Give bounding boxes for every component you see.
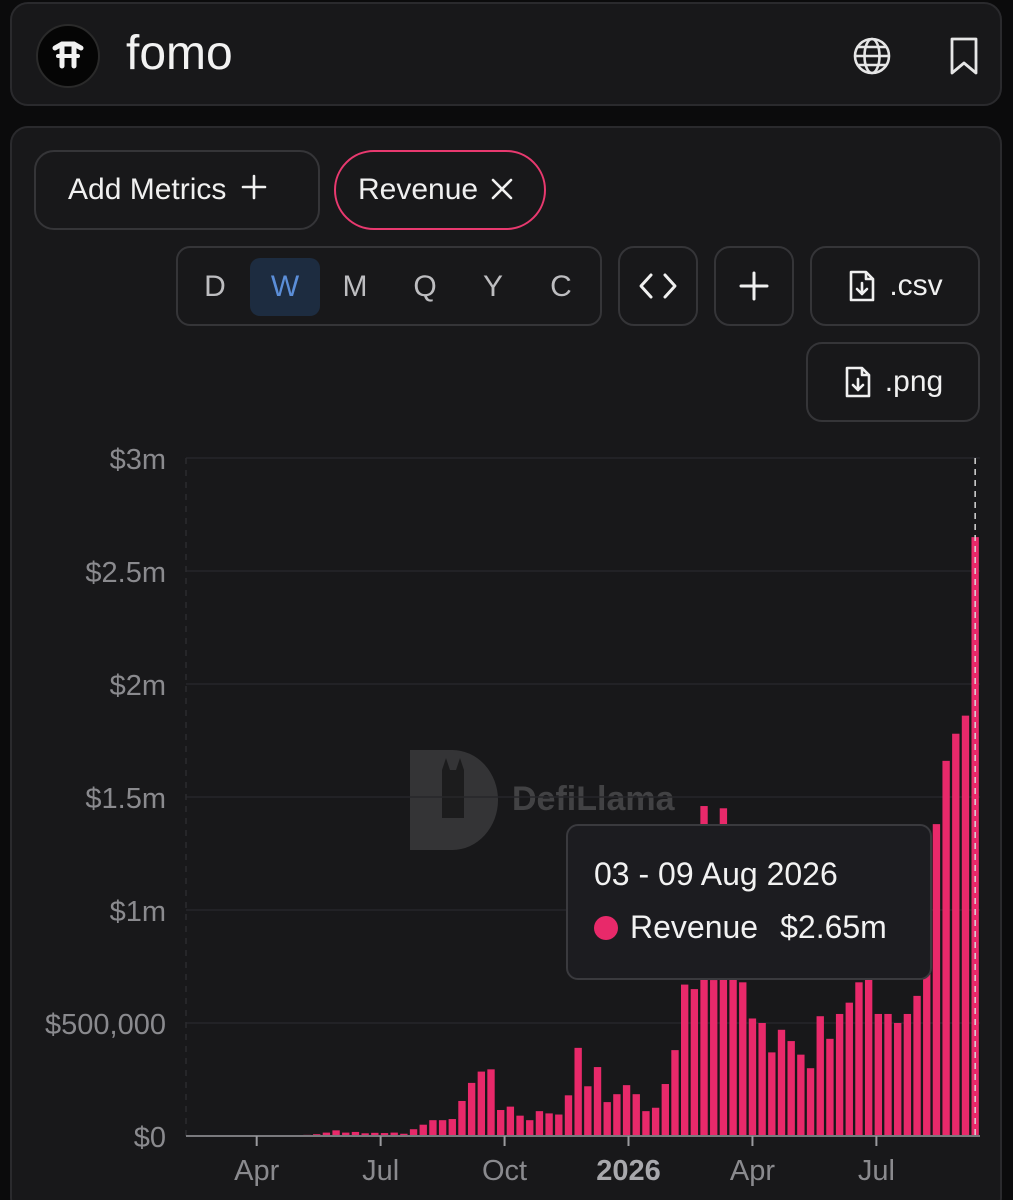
range-quarter[interactable]: Q [390, 258, 460, 316]
download-csv-button[interactable]: .csv [810, 246, 980, 326]
bookmark-icon[interactable] [942, 34, 986, 78]
file-download-icon [847, 269, 877, 303]
add-metrics-label: Add Metrics [68, 173, 227, 206]
logo-icon [36, 24, 100, 88]
chart-panel: Add Metrics Revenue D W M Q Y C .csv .pn… [10, 126, 1002, 1200]
app-header: fomo [10, 2, 1002, 106]
add-chart-button[interactable] [714, 246, 794, 326]
file-download-icon [843, 365, 873, 399]
range-month[interactable]: M [320, 258, 390, 316]
range-cumulative[interactable]: C [526, 258, 596, 316]
revenue-metric-chip[interactable]: Revenue [334, 150, 546, 230]
close-icon[interactable] [490, 171, 514, 210]
range-week[interactable]: W [250, 258, 320, 316]
add-metrics-button[interactable]: Add Metrics [34, 150, 320, 230]
app-title: fomo [126, 27, 233, 80]
plus-icon [240, 171, 268, 210]
plus-icon [739, 271, 769, 301]
code-icon [638, 271, 678, 301]
embed-button[interactable] [618, 246, 698, 326]
globe-icon[interactable] [850, 34, 894, 78]
revenue-metric-label: Revenue [358, 173, 479, 206]
range-year[interactable]: Y [458, 258, 528, 316]
png-label: .png [884, 365, 944, 398]
download-png-button[interactable]: .png [806, 342, 980, 422]
range-day[interactable]: D [180, 258, 250, 316]
csv-label: .csv [889, 269, 943, 302]
time-range-selector: D W M Q Y C [176, 246, 602, 326]
